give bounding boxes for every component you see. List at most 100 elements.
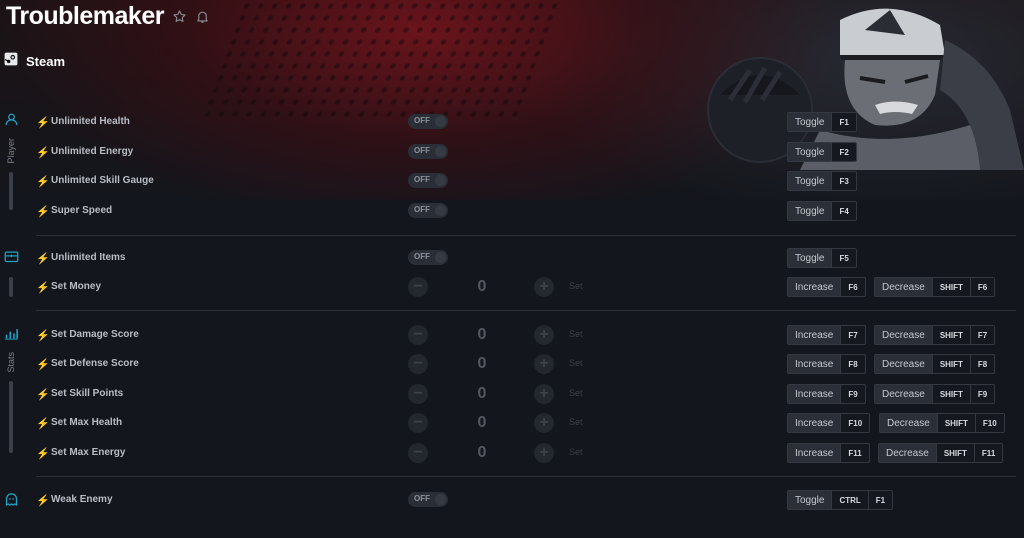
increase-button[interactable]: +	[534, 413, 554, 433]
lightning-icon: ⚡	[36, 206, 50, 218]
cheat-label: Set Damage Score	[51, 329, 139, 340]
cheat-label: Set Skill Points	[51, 388, 124, 399]
cheat-row: ⚡ Set Money − 0 + Set Increase F6 Decrea…	[36, 277, 1016, 299]
cheat-label: Weak Enemy	[51, 494, 113, 505]
cheat-label: Unlimited Energy	[51, 146, 134, 157]
set-button[interactable]: Set	[569, 447, 583, 457]
hotkey-key: F8	[840, 355, 864, 373]
lightning-icon: ⚡	[36, 282, 50, 294]
cheat-toggle[interactable]: OFF	[408, 492, 448, 507]
decrease-button[interactable]: −	[408, 277, 428, 297]
category-enemy[interactable]	[0, 492, 22, 512]
lightning-icon: ⚡	[36, 389, 50, 401]
value-display[interactable]: 0	[472, 444, 492, 462]
category-stats[interactable]: Stats	[0, 326, 22, 453]
chest-icon	[4, 249, 19, 269]
cheat-toggle[interactable]: OFF	[408, 203, 448, 218]
hotkey-increase[interactable]: Increase F6	[787, 277, 866, 297]
decrease-button[interactable]: −	[408, 384, 428, 404]
bell-icon[interactable]	[195, 9, 210, 24]
hotkey-action-label: Toggle	[788, 249, 832, 267]
increase-button[interactable]: +	[534, 384, 554, 404]
platform-label: Steam	[26, 54, 66, 69]
cheat-row: ⚡ Super Speed OFF Toggle F4	[36, 201, 1016, 223]
category-player[interactable]: Player	[0, 112, 22, 210]
hotkey-toggle[interactable]: Toggle F1	[787, 112, 857, 132]
set-button[interactable]: Set	[569, 358, 583, 368]
hotkey-increase[interactable]: Increase F8	[787, 354, 866, 374]
hotkey-toggle[interactable]: Toggle F2	[787, 142, 857, 162]
hotkey-key: F7	[840, 326, 864, 344]
decrease-button[interactable]: −	[408, 354, 428, 374]
increase-button[interactable]: +	[534, 443, 554, 463]
value-display[interactable]: 0	[472, 355, 492, 373]
cheat-row: ⚡ Unlimited Health OFF Toggle F1	[36, 112, 1016, 134]
set-button[interactable]: Set	[569, 329, 583, 339]
hotkey-key: F3	[831, 172, 855, 190]
hotkey-decrease[interactable]: Decrease SHIFT F11	[878, 443, 1004, 463]
value-display[interactable]: 0	[472, 414, 492, 432]
star-icon[interactable]	[172, 9, 187, 24]
hotkey-toggle[interactable]: Toggle F3	[787, 171, 857, 191]
hotkey-key: F5	[831, 249, 855, 267]
hotkey-toggle[interactable]: Toggle F4	[787, 201, 857, 221]
hotkey-decrease[interactable]: Decrease SHIFT F9	[874, 384, 996, 404]
value-display[interactable]: 0	[472, 278, 492, 296]
hotkey-increase[interactable]: Increase F11	[787, 443, 870, 463]
hotkey-key: F2	[831, 143, 855, 161]
increase-button[interactable]: +	[534, 325, 554, 345]
hotkey-action-label: Decrease	[875, 326, 932, 344]
increase-button[interactable]: +	[534, 277, 554, 297]
hotkey-key: F10	[840, 414, 869, 432]
person-icon	[4, 112, 19, 132]
set-button[interactable]: Set	[569, 417, 583, 427]
hotkey-key: F11	[973, 444, 1002, 462]
category-label-stats: Stats	[6, 352, 16, 373]
cheat-label: Set Money	[51, 281, 102, 292]
hotkey-toggle[interactable]: Toggle F5	[787, 248, 857, 268]
hotkey-key: SHIFT	[936, 414, 975, 432]
cheat-toggle[interactable]: OFF	[408, 173, 448, 188]
decrease-button[interactable]: −	[408, 413, 428, 433]
decrease-button[interactable]: −	[408, 325, 428, 345]
hotkey-increase[interactable]: Increase F7	[787, 325, 866, 345]
cheat-row: ⚡ Unlimited Energy OFF Toggle F2	[36, 142, 1016, 164]
lightning-icon: ⚡	[36, 448, 50, 460]
hotkey-increase[interactable]: Increase F9	[787, 384, 866, 404]
category-scrollbar	[9, 277, 13, 297]
category-items[interactable]	[0, 249, 22, 297]
cheat-toggle[interactable]: OFF	[408, 250, 448, 265]
hotkey-key: SHIFT	[931, 385, 970, 403]
decrease-button[interactable]: −	[408, 443, 428, 463]
cheat-label: Unlimited Skill Gauge	[51, 175, 154, 186]
category-scrollbar	[9, 380, 13, 453]
lightning-icon: ⚡	[36, 147, 50, 159]
cheat-toggle[interactable]: OFF	[408, 114, 448, 129]
value-display[interactable]: 0	[472, 385, 492, 403]
hotkey-key: SHIFT	[931, 278, 970, 296]
lightning-icon: ⚡	[36, 418, 50, 430]
cheat-row: ⚡ Unlimited Skill Gauge OFF Toggle F3	[36, 171, 1016, 193]
cheat-row: ⚡ Set Max Energy − 0 + Set Increase F11 …	[36, 443, 1016, 465]
hotkey-key: SHIFT	[931, 355, 970, 373]
hotkey-key: F6	[840, 278, 864, 296]
hotkey-action-label: Increase	[788, 355, 841, 373]
hotkey-decrease[interactable]: Decrease SHIFT F8	[874, 354, 996, 374]
lightning-icon: ⚡	[36, 359, 50, 371]
set-button[interactable]: Set	[569, 388, 583, 398]
set-button[interactable]: Set	[569, 281, 583, 291]
cheat-row: ⚡ Set Max Health − 0 + Set Increase F10 …	[36, 413, 1016, 435]
hotkey-action-label: Decrease	[875, 355, 932, 373]
hotkey-decrease[interactable]: Decrease SHIFT F7	[874, 325, 996, 345]
section-divider	[36, 310, 1016, 311]
hotkey-action-label: Toggle	[788, 491, 832, 509]
bar-chart-icon	[4, 326, 19, 346]
increase-button[interactable]: +	[534, 354, 554, 374]
cheat-label: Set Max Health	[51, 417, 123, 428]
value-display[interactable]: 0	[472, 326, 492, 344]
hotkey-decrease[interactable]: Decrease SHIFT F10	[879, 413, 1005, 433]
hotkey-toggle[interactable]: Toggle CTRL F1	[787, 490, 894, 510]
cheat-toggle[interactable]: OFF	[408, 144, 448, 159]
hotkey-increase[interactable]: Increase F10	[787, 413, 871, 433]
hotkey-decrease[interactable]: Decrease SHIFT F6	[874, 277, 996, 297]
